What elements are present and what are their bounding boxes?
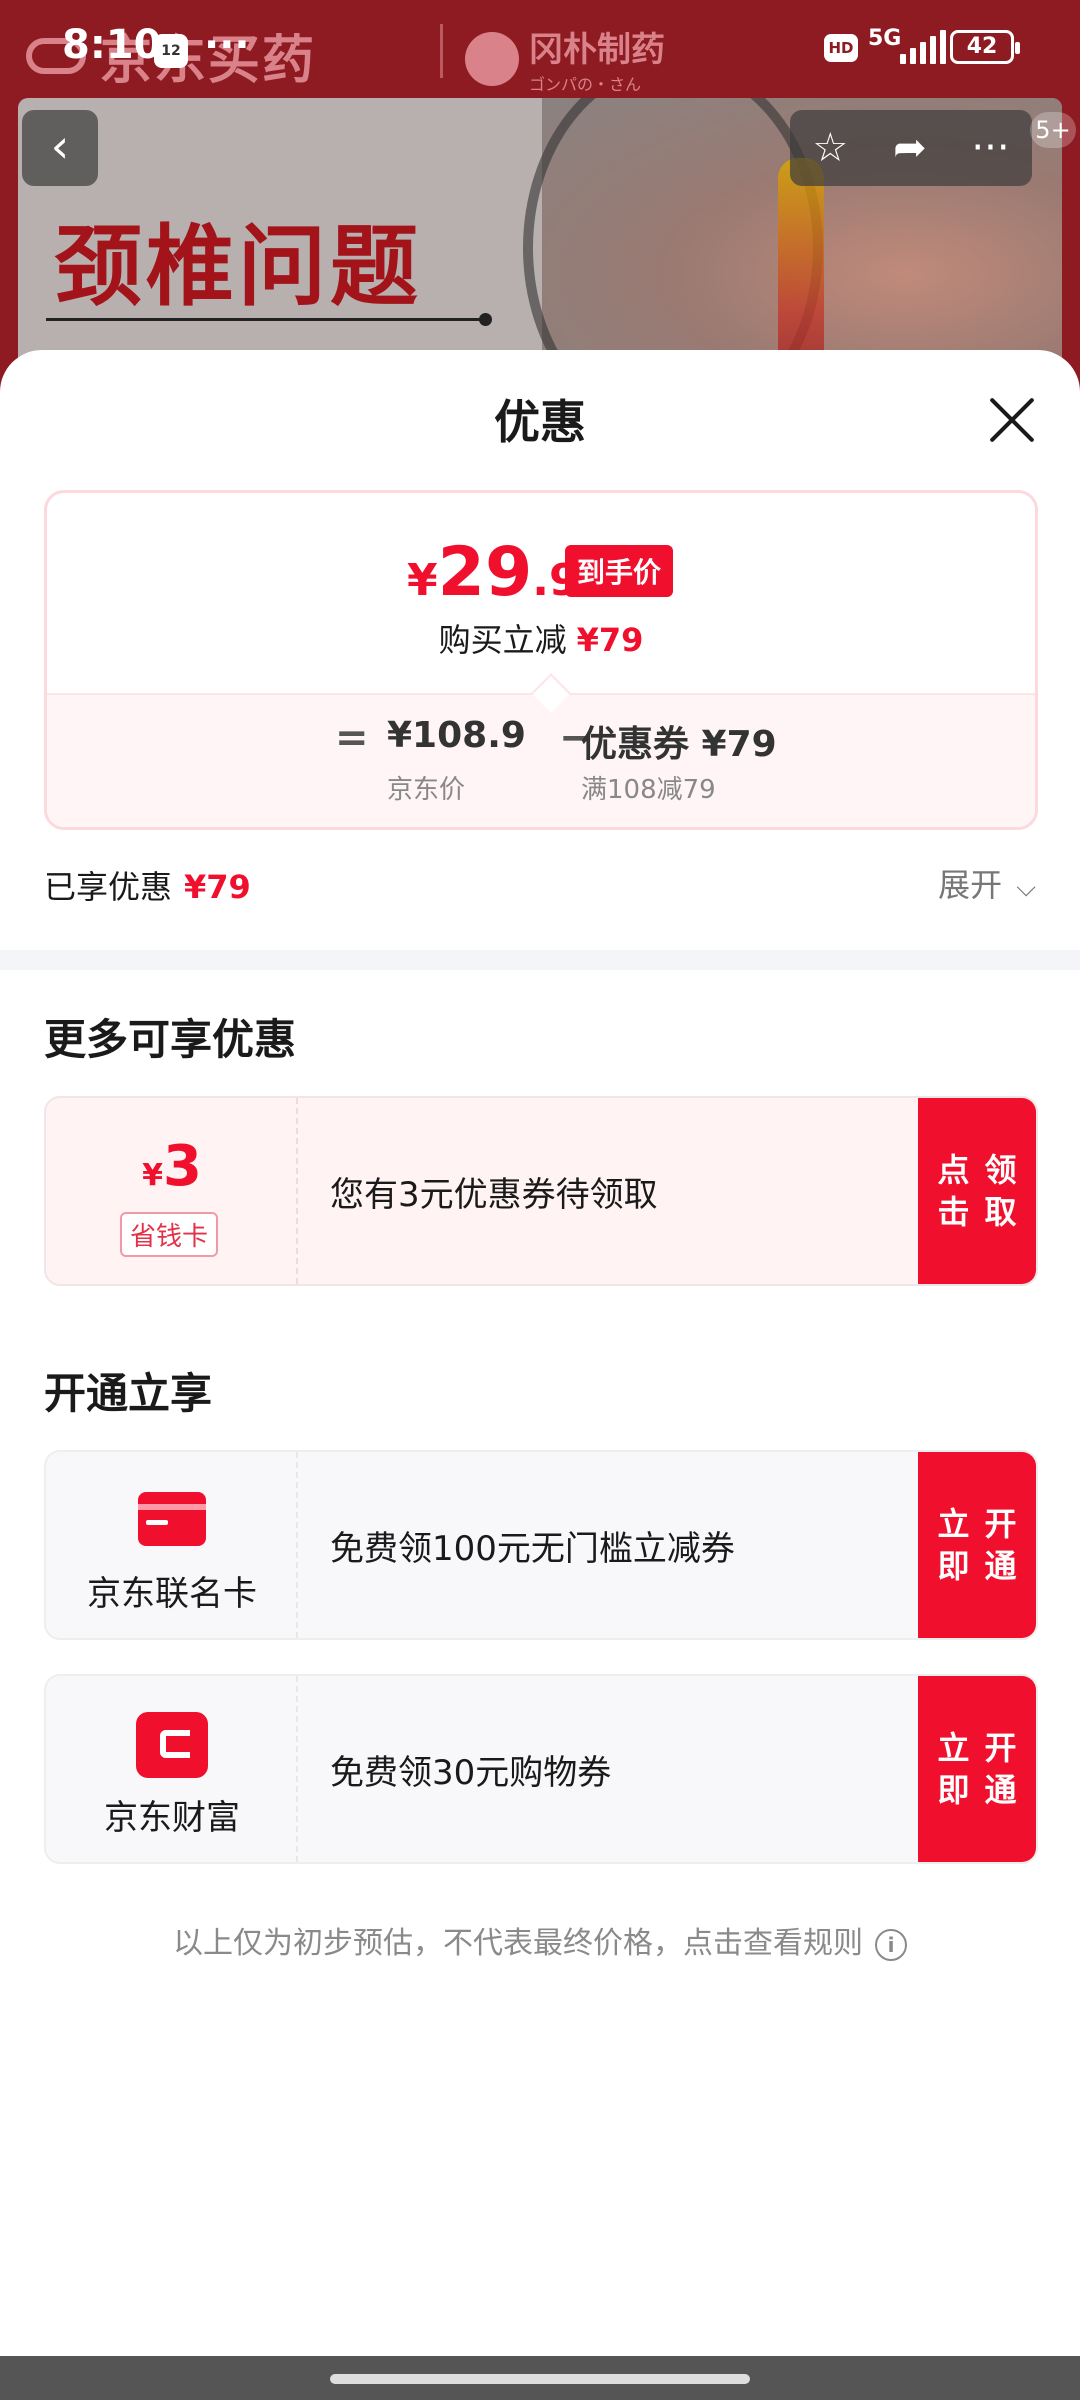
jd-price: ¥108.9	[387, 715, 526, 756]
coupon-amount: ¥3	[46, 1134, 298, 1199]
price-formula: = ¥108.9 京东价 − 优惠券 ¥79 满108减79	[47, 715, 1035, 815]
section-divider	[0, 950, 1080, 970]
activate-jd-wealth-button[interactable]: 立即 开通	[918, 1676, 1036, 1862]
more-icon[interactable]: ···	[971, 125, 1009, 171]
share-icon[interactable]: ➦	[893, 125, 927, 171]
coupon-value: 优惠券 ¥79	[581, 724, 777, 765]
enjoyed-discount: 已享优惠 ¥79	[44, 862, 251, 908]
activate-jd-card-button[interactable]: 立即 开通	[918, 1452, 1036, 1638]
battery-icon: 42	[950, 30, 1020, 64]
jd-wealth-badge: 京东财富	[46, 1676, 298, 1862]
banner-headline: 颈椎问题	[54, 215, 423, 318]
status-time: 8:10	[62, 22, 162, 68]
jd-card-name: 京东联名卡	[87, 1574, 257, 1614]
enjoyed-amount: ¥79	[184, 868, 251, 906]
final-price-tag: 到手价	[565, 545, 674, 597]
coupon-rule: 满108减79	[581, 775, 716, 805]
banner-underline	[46, 313, 492, 326]
coupon-offer-text: 您有3元优惠券待领取	[330, 1174, 658, 1215]
chevron-down-icon: ⌵	[1016, 873, 1036, 903]
reduce-amount: ¥79	[576, 621, 644, 659]
expand-button[interactable]: 展开 ⌵	[938, 860, 1036, 906]
more-notifications-icon: ···	[204, 22, 250, 68]
final-price-integer: 29	[437, 533, 533, 612]
final-price-currency: ¥	[407, 555, 438, 606]
jd-wealth-offer-text: 免费领30元购物券	[330, 1752, 612, 1793]
jd-card-offer-row: 京东联名卡 免费领100元无门槛立减券 立即 开通	[44, 1450, 1038, 1640]
jd-card-offer-text: 免费领100元无门槛立减券	[330, 1528, 735, 1569]
close-icon[interactable]	[988, 396, 1036, 444]
jd-wealth-name: 京东财富	[104, 1798, 240, 1838]
coupon-offer-row: ¥3 省钱卡 您有3元优惠券待领取 点击 领取	[44, 1096, 1038, 1286]
reduce-label: 购买立减	[438, 621, 567, 659]
coupon-currency: ¥	[142, 1158, 163, 1193]
coupon-badge: ¥3 省钱卡	[46, 1098, 298, 1284]
discount-sheet: 优惠 ¥ 29 .9 到手价 购买立减 ¥79 = ¥108.9 京东价 − 优惠…	[0, 350, 1080, 2400]
home-indicator[interactable]	[330, 2374, 750, 2384]
more-badge: 5+	[1030, 112, 1076, 148]
equals-sign: =	[335, 715, 369, 761]
more-offers-title: 更多可享优惠	[44, 1015, 297, 1064]
status-bar: 8:10 12 ··· HD 5G 42	[0, 0, 1080, 96]
price-card: ¥ 29 .9 到手价 购买立减 ¥79 = ¥108.9 京东价 − 优惠券 ¥…	[44, 490, 1038, 830]
expand-label: 展开	[938, 866, 1003, 904]
jd-wealth-icon	[136, 1712, 208, 1778]
jd-wealth-offer-row: 京东财富 免费领30元购物券 立即 开通	[44, 1674, 1038, 1864]
enjoyed-label: 已享优惠	[44, 868, 173, 906]
credit-card-icon	[138, 1492, 206, 1546]
sheet-title: 优惠	[494, 395, 586, 449]
claim-coupon-button[interactable]: 点击 领取	[918, 1098, 1036, 1284]
network-type: 5G	[868, 26, 902, 51]
reduce-line: 购买立减 ¥79	[47, 615, 1035, 661]
signal-icon	[900, 30, 946, 64]
back-button[interactable]: ‹	[22, 110, 98, 186]
final-price: ¥ 29 .9	[407, 533, 580, 612]
disclaimer-text: 以上仅为初步预估，不代表最终价格，点击查看规则	[173, 1926, 863, 1961]
price-summary: ¥ 29 .9 到手价 购买立减 ¥79	[47, 493, 1035, 693]
chevron-left-icon: ‹	[50, 119, 70, 173]
saving-card-tag: 省钱卡	[120, 1212, 219, 1257]
disclaimer-link[interactable]: 以上仅为初步预估，不代表最终价格，点击查看规则 i	[0, 1918, 1080, 1962]
hd-icon: HD	[824, 34, 858, 62]
activate-title: 开通立享	[44, 1369, 213, 1418]
info-icon: i	[875, 1928, 907, 1961]
coupon-number: 3	[162, 1134, 202, 1199]
jd-price-label: 京东价	[387, 775, 466, 805]
notification-icon: 12	[154, 34, 188, 68]
top-actions: ☆ ➦ ···	[790, 110, 1032, 186]
navigation-bar	[0, 2356, 1080, 2400]
jd-card-badge: 京东联名卡	[46, 1452, 298, 1638]
star-icon[interactable]: ☆	[812, 125, 848, 171]
